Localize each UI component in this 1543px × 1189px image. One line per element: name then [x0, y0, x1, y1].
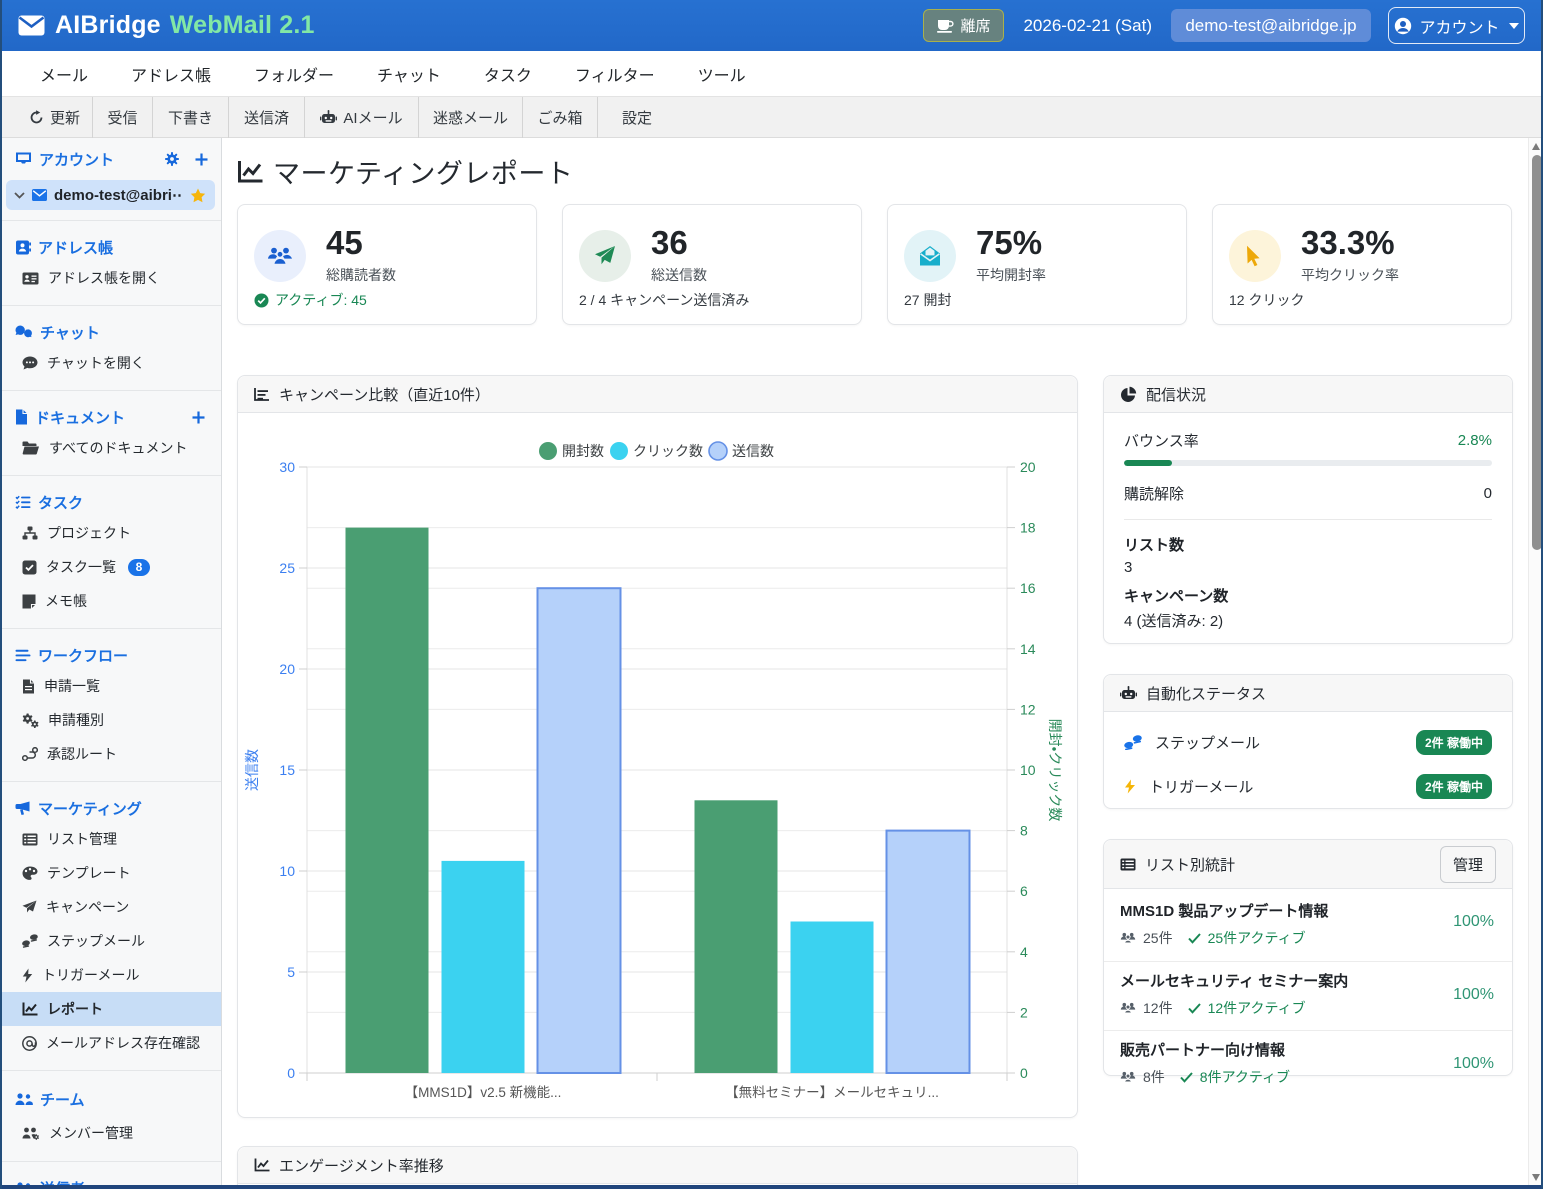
svg-text:10: 10 — [279, 863, 295, 879]
svg-text:15: 15 — [279, 762, 295, 778]
svg-text:0: 0 — [287, 1065, 295, 1081]
svg-text:送信数: 送信数 — [244, 749, 260, 791]
svg-text:12: 12 — [1020, 701, 1036, 717]
svg-text:5: 5 — [287, 964, 295, 980]
svg-text:16: 16 — [1020, 580, 1036, 596]
svg-text:8: 8 — [1020, 823, 1028, 839]
svg-text:20: 20 — [1020, 459, 1036, 475]
svg-text:開封・クリック数: 開封・クリック数 — [1047, 719, 1063, 822]
svg-text:4: 4 — [1020, 944, 1028, 960]
svg-text:18: 18 — [1020, 520, 1036, 536]
svg-text:【無料セミナー】メールセキュリ...: 【無料セミナー】メールセキュリ... — [725, 1085, 939, 1100]
svg-text:送信数: 送信数 — [732, 443, 774, 459]
svg-text:開封数: 開封数 — [562, 443, 604, 459]
svg-text:25: 25 — [279, 560, 295, 576]
svg-text:2: 2 — [1020, 1004, 1028, 1020]
svg-text:クリック数: クリック数 — [633, 443, 703, 459]
svg-text:0: 0 — [1020, 1065, 1028, 1081]
svg-text:30: 30 — [279, 459, 295, 475]
svg-text:14: 14 — [1020, 641, 1036, 657]
svg-text:20: 20 — [279, 661, 295, 677]
svg-text:6: 6 — [1020, 883, 1028, 899]
svg-text:【MMS1D】v2.5 新機能...: 【MMS1D】v2.5 新機能... — [405, 1085, 562, 1100]
svg-text:10: 10 — [1020, 762, 1036, 778]
